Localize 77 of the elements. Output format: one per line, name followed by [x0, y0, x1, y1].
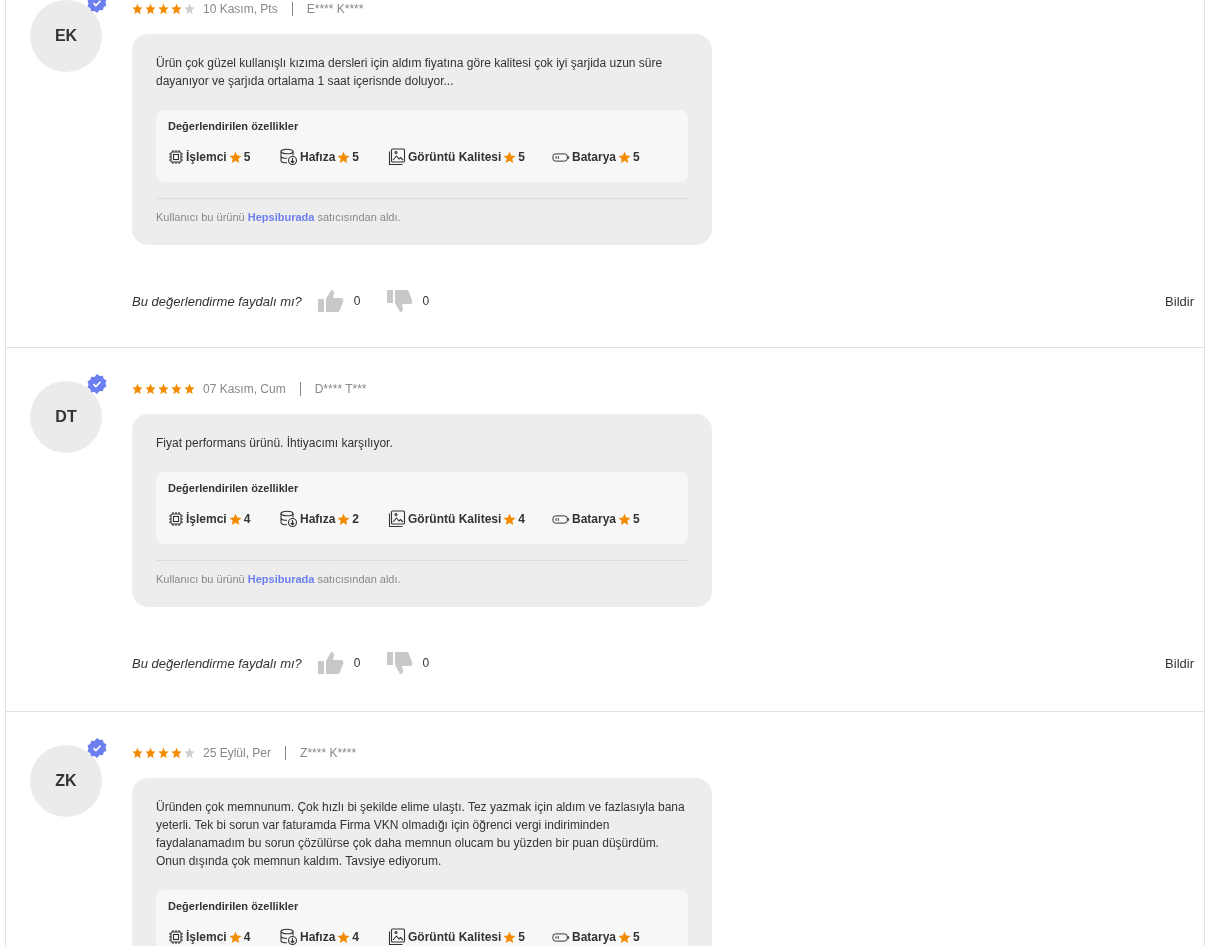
star-icon: [228, 512, 242, 526]
database-icon: [280, 148, 298, 166]
reviewer-name: D**** T***: [314, 382, 367, 396]
feature-name: Hafıza: [300, 150, 336, 164]
battery-icon: [552, 931, 570, 943]
features-title: Değerlendirilen özellikler: [168, 900, 300, 912]
review-text: Üründen çok memnunum. Çok hızlı bi şekilde elime ulaştı. Tez yazmak için aldım ve fazlasıyla bana yeterli. Tek bi sorun var faturamda Firma VKN olmadığı için öğrenci vergi indiriminden faydalanamadım bu sorun çözülürse çok daha memnun olucam bu yüzden bir puan düşürdüm. Onun dışında çok memnun kaldım. Tavsiye ediyorum.: [156, 799, 686, 870]
reviewer-name: E**** K****: [306, 2, 364, 16]
feature-name: Batarya: [572, 512, 617, 526]
features-title: Değerlendirilen özellikler: [168, 482, 300, 494]
feature-rating: 5: [518, 930, 526, 944]
review-date: 10 Kasım, Pts: [203, 2, 278, 16]
feature-rating: 5: [518, 150, 526, 164]
chip-icon: [168, 149, 184, 165]
feature-rating: 4: [243, 930, 251, 944]
feature-name: Görüntü Kalitesi: [408, 150, 502, 164]
review-text: Fiyat performans ürünü. İhtiyacımı karşılıyor.: [156, 435, 394, 452]
seller-note: Kullanıcı bu ürünü Hepsiburada satıcısından aldı.: [156, 573, 402, 585]
feature-name: Batarya: [572, 930, 617, 944]
feature-rating: 5: [633, 930, 640, 944]
feature-rating: 2: [352, 512, 360, 526]
seller-note: Kullanıcı bu ürünü Hepsiburada satıcısından aldı.: [156, 211, 402, 223]
battery-icon: [552, 513, 570, 525]
feature-name: İşlemci: [186, 512, 227, 526]
battery-icon: [552, 151, 570, 163]
reviewer-name: Z**** K****: [300, 746, 357, 760]
feature-name: Batarya: [572, 150, 617, 164]
chip-icon: [168, 929, 184, 945]
review-date: 25 Eylül, Per: [203, 746, 272, 760]
feature-rating: 5: [633, 150, 640, 164]
star-icon: [228, 930, 242, 944]
feature-rating: 4: [352, 930, 360, 944]
feature-name: Hafıza: [300, 930, 336, 944]
chip-icon: [168, 511, 184, 527]
avatar-initials: ZK: [55, 772, 77, 790]
star-icon: [337, 930, 351, 944]
thumbs-down-icon: [386, 651, 413, 675]
star-icon: [337, 512, 351, 526]
image-icon: [388, 928, 406, 946]
star-icon: [503, 512, 517, 526]
star-icon: [503, 150, 517, 164]
feature-name: İşlemci: [186, 150, 227, 164]
report-button[interactable]: Bildir: [1165, 655, 1194, 671]
feature-name: Hafıza: [300, 512, 336, 526]
feature-rating: 5: [243, 150, 251, 164]
thumbs-up-button[interactable]: 0: [317, 651, 361, 675]
thumbs-down-button[interactable]: 0: [386, 651, 430, 675]
feature-rating: 4: [243, 512, 251, 526]
avatar-initials: DT: [55, 408, 77, 426]
feature-name: Görüntü Kalitesi: [408, 930, 502, 944]
features-title: Değerlendirilen özellikler: [168, 120, 300, 132]
avatar-initials: EK: [54, 27, 78, 45]
feature-rating: 5: [633, 512, 640, 526]
thumbs-down-icon: [386, 289, 413, 313]
feature-name: İşlemci: [186, 930, 227, 944]
feature-rating: 4: [518, 512, 526, 526]
helpful-question: Bu değerlendirme faydalı mı?: [132, 655, 302, 671]
star-icon: [618, 930, 632, 944]
star-icon: [337, 150, 351, 164]
thumbs-up-button[interactable]: 0: [317, 289, 361, 313]
thumbs-up-icon: [317, 651, 344, 675]
database-icon: [280, 928, 298, 946]
star-icon: [228, 150, 242, 164]
star-icon: [618, 512, 632, 526]
feature-rating: 5: [352, 150, 360, 164]
review-text: Ürün çok güzel kullanışlı kızıma dersleri için aldım fiyatına göre kalitesi çok iyi şarjida uzun süre dayanıyor ve şarjıda ortalama 1 saat içerisnde doluyor...: [156, 55, 664, 90]
star-icon: [503, 930, 517, 944]
review-date: 07 Kasım, Cum: [203, 382, 286, 396]
image-icon: [388, 148, 406, 166]
feature-name: Görüntü Kalitesi: [408, 512, 502, 526]
thumbs-down-button[interactable]: 0: [386, 289, 430, 313]
helpful-question: Bu değerlendirme faydalı mı?: [132, 293, 302, 309]
star-icon: [618, 150, 632, 164]
thumbs-up-icon: [317, 289, 344, 313]
image-icon: [388, 510, 406, 528]
database-icon: [280, 510, 298, 528]
report-button[interactable]: Bildir: [1165, 293, 1194, 309]
